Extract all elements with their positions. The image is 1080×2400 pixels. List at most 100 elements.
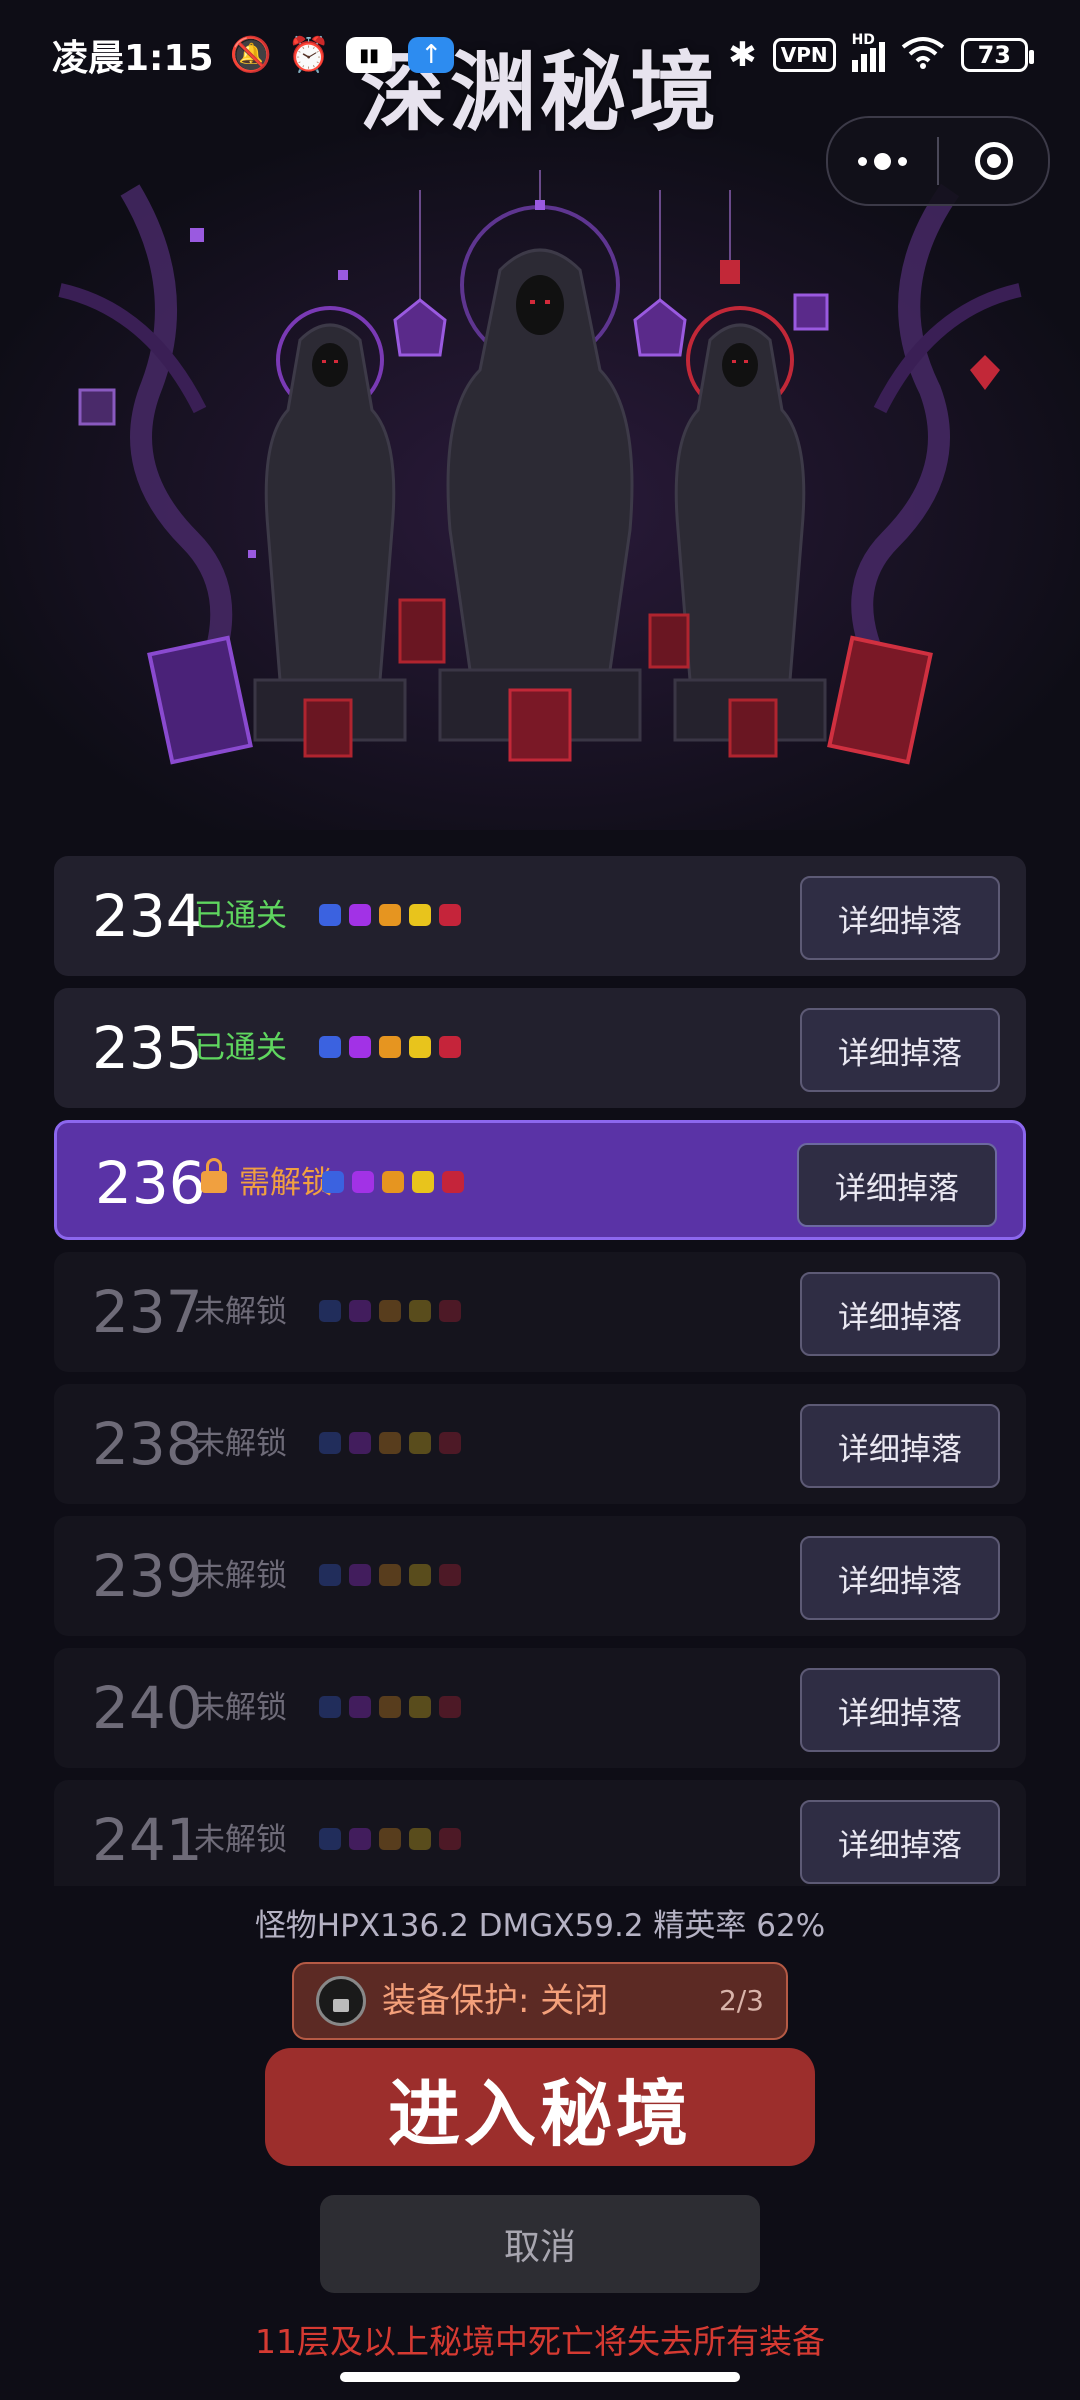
rarity-squares (319, 1564, 461, 1586)
rarity-squares (319, 904, 461, 926)
rarity-blue (319, 1696, 341, 1718)
rarity-orange (379, 1432, 401, 1454)
vpn-indicator: VPN (772, 38, 836, 72)
rarity-squares (319, 1828, 461, 1850)
death-warning: 11层及以上秘境中死亡将失去所有装备 (255, 2322, 825, 2361)
rarity-purple (349, 904, 371, 926)
rarity-blue (319, 1828, 341, 1850)
detail-drop-button[interactable]: 详细掉落 (800, 1404, 1000, 1488)
monster-stats: 怪物HPX136.2 DMGX59.2 精英率 62% (254, 1908, 826, 1944)
level-status: 未解锁 (194, 1294, 287, 1330)
level-status: 已通关 (194, 898, 287, 934)
rarity-red (439, 1300, 461, 1322)
level-number: 236 (95, 1149, 206, 1217)
level-number: 237 (92, 1278, 203, 1346)
level-row-236[interactable]: 236 需解锁 详细掉落 (54, 1120, 1026, 1240)
detail-drop-button[interactable]: 详细掉落 (800, 876, 1000, 960)
detail-drop-button[interactable]: 详细掉落 (800, 1272, 1000, 1356)
rarity-purple (352, 1171, 374, 1193)
rarity-purple (349, 1432, 371, 1454)
level-number: 239 (92, 1542, 203, 1610)
rarity-blue (319, 1036, 341, 1058)
rarity-orange (379, 1300, 401, 1322)
detail-drop-button[interactable]: 详细掉落 (800, 1536, 1000, 1620)
level-row-237[interactable]: 237 未解锁 详细掉落 (54, 1252, 1026, 1372)
rarity-red (439, 904, 461, 926)
level-status: 已通关 (194, 1030, 287, 1066)
level-row-241[interactable]: 241 未解锁 详细掉落 (54, 1780, 1026, 1886)
hd-label: HD (851, 32, 875, 48)
rarity-blue (319, 904, 341, 926)
rarity-squares (319, 1696, 461, 1718)
level-status: 未解锁 (194, 1558, 287, 1594)
rarity-purple (349, 1300, 371, 1322)
rarity-purple (349, 1564, 371, 1586)
target-icon (974, 142, 1013, 180)
protection-label: 装备保护: 关闭 (382, 1981, 609, 2021)
status-time: 凌晨1:15 (52, 38, 214, 79)
rarity-yellow (409, 1300, 431, 1322)
rarity-orange (379, 1564, 401, 1586)
cancel-button[interactable]: 取消 (320, 2195, 760, 2293)
rarity-purple (349, 1696, 371, 1718)
level-list[interactable]: 234 已通关 详细掉落 235 已通关 详细掉落 236 需解锁 详细掉落 2… (54, 856, 1026, 1886)
hero-illustration (0, 110, 1080, 830)
rarity-yellow (409, 1564, 431, 1586)
rarity-yellow (412, 1171, 434, 1193)
level-row-239[interactable]: 239 未解锁 详细掉落 (54, 1516, 1026, 1636)
level-number: 235 (92, 1014, 203, 1082)
nfc-icon: ▮▮ (346, 37, 393, 73)
rarity-orange (379, 904, 401, 926)
battery-indicator: 73 (960, 38, 1035, 72)
rarity-red (439, 1696, 461, 1718)
level-row-240[interactable]: 240 未解锁 详细掉落 (54, 1648, 1026, 1768)
level-number: 234 (92, 882, 203, 950)
detail-drop-button[interactable]: 详细掉落 (800, 1800, 1000, 1884)
detail-drop-button[interactable]: 详细掉落 (800, 1008, 1000, 1092)
rarity-red (439, 1432, 461, 1454)
rarity-red (442, 1171, 464, 1193)
level-row-234[interactable]: 234 已通关 详细掉落 (54, 856, 1026, 976)
alarm-icon: ⏰ (287, 35, 331, 75)
signal-icon: HD (851, 32, 885, 72)
level-row-238[interactable]: 238 未解锁 详细掉落 (54, 1384, 1026, 1504)
detail-drop-button[interactable]: 详细掉落 (797, 1143, 997, 1227)
rarity-yellow (409, 1828, 431, 1850)
rarity-purple (349, 1036, 371, 1058)
level-status: 需解锁 (239, 1165, 332, 1201)
detail-drop-button[interactable]: 详细掉落 (800, 1668, 1000, 1752)
rarity-yellow (409, 904, 431, 926)
rarity-squares (319, 1300, 461, 1322)
equipment-protection-toggle[interactable]: 装备保护: 关闭 2/3 (292, 1962, 788, 2040)
rarity-orange (382, 1171, 404, 1193)
rarity-squares (319, 1432, 461, 1454)
level-row-235[interactable]: 235 已通关 详细掉落 (54, 988, 1026, 1108)
mute-bell-icon: 🔕 (229, 35, 272, 75)
rarity-yellow (409, 1432, 431, 1454)
rarity-yellow (409, 1696, 431, 1718)
level-number: 241 (92, 1806, 203, 1874)
lock-icon (201, 1158, 227, 1193)
rarity-blue (319, 1300, 341, 1322)
rarity-squares (322, 1171, 464, 1193)
rarity-red (439, 1564, 461, 1586)
rarity-yellow (409, 1036, 431, 1058)
rarity-blue (319, 1564, 341, 1586)
level-status: 未解锁 (194, 1822, 287, 1858)
bluetooth-icon: ✱ (728, 35, 757, 75)
home-indicator[interactable] (340, 2372, 740, 2382)
wifi-icon (901, 35, 945, 75)
rarity-blue (319, 1432, 341, 1454)
rarity-orange (379, 1036, 401, 1058)
mini-program-capsule (826, 116, 1050, 206)
rarity-purple (349, 1828, 371, 1850)
rarity-red (439, 1036, 461, 1058)
more-button[interactable] (828, 118, 937, 204)
close-miniprogram-button[interactable] (939, 118, 1048, 204)
padlock-icon (316, 1976, 366, 2026)
rarity-red (439, 1828, 461, 1850)
enter-realm-button[interactable]: 进入秘境 (265, 2048, 815, 2166)
rarity-orange (379, 1696, 401, 1718)
rarity-blue (322, 1171, 344, 1193)
level-number: 240 (92, 1674, 203, 1742)
